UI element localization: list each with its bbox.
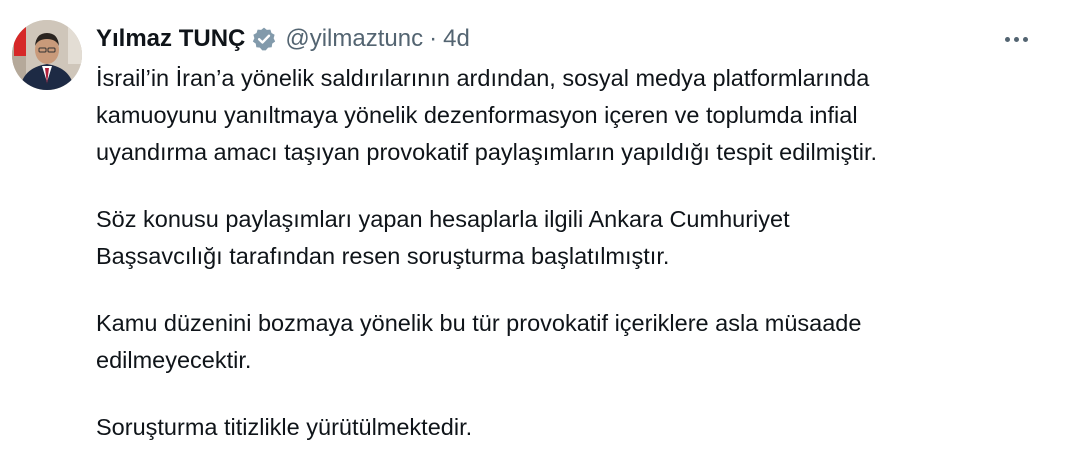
tweet-paragraph: Soruşturma titizlikle yürütülmektedir.	[96, 409, 1046, 446]
tweet-paragraph: Kamu düzenini bozmaya yönelik bu tür pro…	[96, 305, 1046, 379]
text-line: edilmeyecektir.	[96, 347, 252, 373]
timestamp[interactable]: 4d	[443, 25, 470, 53]
handle[interactable]: @yilmaztunc	[285, 25, 423, 53]
text-line: Soruşturma titizlikle yürütülmektedir.	[96, 414, 473, 440]
display-name[interactable]: Yılmaz TUNÇ	[96, 25, 245, 53]
more-options-button[interactable]	[998, 24, 1034, 54]
tweet[interactable]: Yılmaz TUNÇ @yilmaztunc · 4d İsrail’in İ…	[0, 0, 1080, 467]
tweet-paragraph: İsrail’in İran’a yönelik saldırılarının …	[96, 60, 1046, 171]
more-dot	[1022, 36, 1028, 42]
avatar[interactable]	[12, 20, 82, 90]
text-line: Başsavcılığı tarafından resen soruşturma…	[96, 243, 670, 269]
text-line: uyandırma amacı taşıyan provokatif payla…	[96, 139, 878, 165]
more-dot	[1013, 36, 1019, 42]
text-line: kamuoyunu yanıltmaya yönelik dezenformas…	[96, 102, 858, 128]
text-line: Kamu düzenini bozmaya yönelik bu tür pro…	[96, 310, 862, 336]
more-horizontal-icon	[1004, 36, 1010, 42]
tweet-text: İsrail’in İran’a yönelik saldırılarının …	[96, 60, 1046, 476]
separator: ·	[429, 25, 438, 52]
tweet-paragraph: Söz konusu paylaşımları yapan hesaplarla…	[96, 201, 1046, 275]
text-line: İsrail’in İran’a yönelik saldırılarının …	[96, 65, 870, 91]
tweet-header: Yılmaz TUNÇ @yilmaztunc · 4d	[96, 22, 470, 56]
text-line: Söz konusu paylaşımları yapan hesaplarla…	[96, 206, 790, 232]
verified-badge-icon[interactable]	[251, 26, 277, 52]
